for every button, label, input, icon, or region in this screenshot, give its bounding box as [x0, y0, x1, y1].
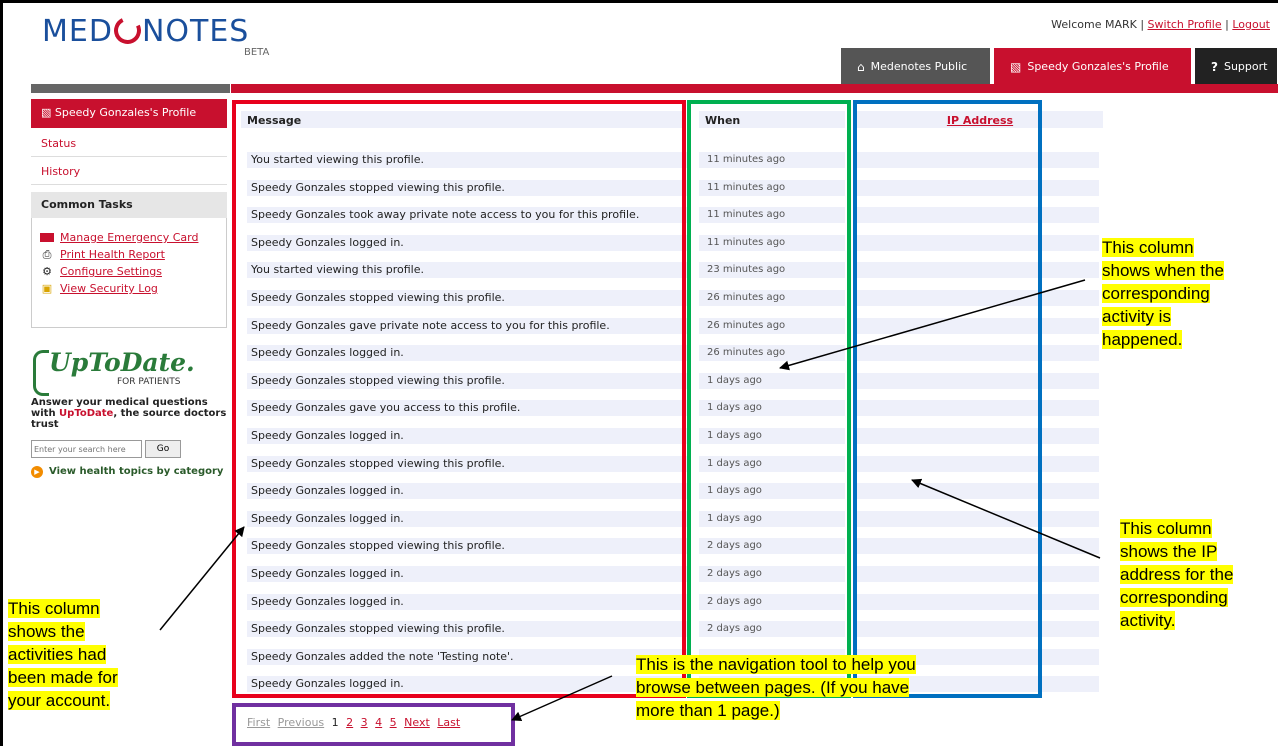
annotation-line: This is the navigation tool to help you	[636, 655, 916, 674]
logo-beta-label: BETA	[244, 47, 270, 58]
printer-icon: ⎙	[42, 248, 52, 261]
pager-highlight-box	[232, 703, 515, 746]
logo-swirl-icon	[110, 13, 145, 48]
uptodate-widget: UpToDate. FOR PATIENTS Answer your medic…	[31, 348, 227, 478]
uptodate-logo-text: UpToDate.	[49, 348, 195, 377]
chart-icon: ▧	[1010, 59, 1022, 74]
tab-speedy-profile[interactable]: ▧ Speedy Gonzales's Profile	[994, 48, 1191, 85]
task-link[interactable]: Manage Emergency Card	[60, 230, 198, 245]
annotation-line: corresponding	[1102, 284, 1210, 303]
annotation-line: more than 1 page.)	[636, 701, 780, 720]
common-tasks-title: Common Tasks	[31, 192, 227, 218]
sidebar-header-band	[31, 84, 230, 93]
annotation-line: shows the	[8, 622, 85, 641]
annotation-line: activity is	[1102, 307, 1171, 326]
annotation-line: happened.	[1102, 330, 1183, 349]
annotation-line: shows when the	[1102, 261, 1224, 280]
task-configure-settings[interactable]: ⚙ Configure Settings	[40, 264, 218, 279]
sidebar-item-status[interactable]: Status	[31, 131, 227, 157]
annotation-line: address for the	[1120, 565, 1234, 584]
annotation-line: This column	[1102, 238, 1194, 257]
play-icon: ▶	[31, 466, 43, 478]
annotation-when-column: This column shows when the corresponding…	[1102, 236, 1224, 351]
home-icon: ⌂	[857, 59, 865, 74]
tab-support[interactable]: ? Support	[1195, 48, 1277, 85]
logo-text-right: NOTES	[141, 14, 250, 49]
chart-icon: ▧	[41, 106, 55, 119]
task-manage-emergency-card[interactable]: Manage Emergency Card	[40, 230, 218, 245]
task-print-health-report[interactable]: ⎙ Print Health Report	[40, 247, 218, 262]
welcome-separator: |	[1225, 18, 1229, 31]
tab-medenotes-public[interactable]: ⌂ Medenotes Public	[841, 48, 990, 85]
annotation-line: been made for	[8, 668, 118, 687]
annotation-ip-column: This column shows the IP address for the…	[1120, 517, 1234, 632]
welcome-bar: Welcome MARK | Switch Profile | Logout	[1051, 18, 1270, 31]
sidebar-profile-label: Speedy Gonzales's Profile	[54, 106, 197, 119]
content-header-band	[231, 84, 1278, 93]
sidebar-item-label: Status	[41, 137, 77, 150]
annotation-line: your account.	[8, 691, 111, 710]
tab-label: Speedy Gonzales's Profile	[1027, 60, 1169, 73]
log-icon: ▣	[41, 282, 53, 295]
uptodate-logo[interactable]: UpToDate.	[31, 348, 227, 396]
logo-text-left: MED	[42, 14, 113, 49]
uptodate-go-button[interactable]: Go	[145, 440, 181, 458]
annotation-line: activities had	[8, 645, 107, 664]
annotation-message-column: This column shows the activities had bee…	[8, 597, 118, 712]
uptodate-topics-label: View health topics by category	[49, 466, 224, 477]
uptodate-link[interactable]: UpToDate	[59, 408, 113, 419]
common-tasks-list: Manage Emergency Card ⎙ Print Health Rep…	[31, 218, 227, 328]
ip-column-highlight-box	[853, 100, 1042, 698]
screenshot-border-top	[0, 0, 1278, 3]
annotation-line: This column	[8, 599, 100, 618]
welcome-text: Welcome MARK |	[1051, 18, 1145, 31]
task-link[interactable]: View Security Log	[60, 281, 158, 296]
annotation-navigation: This is the navigation tool to help you …	[636, 653, 916, 722]
tab-label: Support	[1223, 60, 1268, 73]
uptodate-search-input[interactable]	[31, 440, 142, 458]
annotation-line: browse between pages. (If you have	[636, 678, 910, 697]
when-column-highlight-box	[687, 100, 851, 698]
uptodate-subtitle: FOR PATIENTS	[117, 377, 181, 387]
annotation-line: corresponding	[1120, 588, 1228, 607]
tab-label: Medenotes Public	[870, 60, 968, 73]
gear-icon: ⚙	[42, 265, 52, 278]
message-column-highlight-box	[232, 100, 686, 698]
top-tabs: ⌂ Medenotes Public ▧ Speedy Gonzales's P…	[841, 48, 1277, 85]
sidebar-profile-heading[interactable]: ▧ Speedy Gonzales's Profile	[31, 99, 227, 128]
annotation-line: activity.	[1120, 611, 1176, 630]
card-icon	[40, 233, 54, 242]
annotation-line: This column	[1120, 519, 1212, 538]
uptodate-bracket-icon	[33, 350, 49, 396]
annotation-line: shows the IP	[1120, 542, 1218, 561]
uptodate-search: Go	[31, 440, 227, 458]
screenshot-border-left	[0, 0, 3, 746]
task-view-security-log[interactable]: ▣ View Security Log	[40, 281, 218, 296]
sidebar-item-label: History	[41, 165, 81, 178]
sidebar-item-history[interactable]: History	[31, 159, 227, 185]
uptodate-topics-link[interactable]: ▶ View health topics by category	[31, 466, 227, 478]
question-icon: ?	[1211, 59, 1218, 74]
uptodate-description: Answer your medical questions with UpToD…	[31, 397, 227, 430]
task-link[interactable]: Print Health Report	[60, 247, 165, 262]
task-link[interactable]: Configure Settings	[60, 264, 162, 279]
medenotes-logo[interactable]: MED NOTES	[42, 13, 250, 49]
logout-link[interactable]: Logout	[1232, 18, 1270, 31]
switch-profile-link[interactable]: Switch Profile	[1148, 18, 1222, 31]
